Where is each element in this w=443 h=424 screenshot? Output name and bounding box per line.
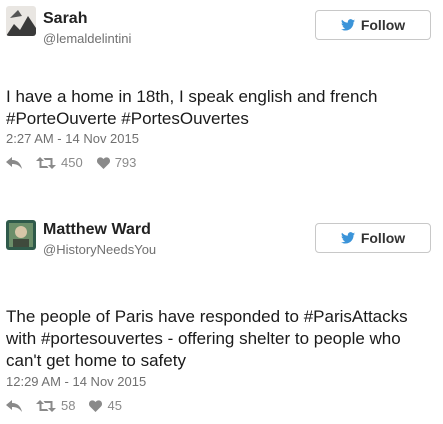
heart-icon	[96, 156, 110, 169]
author-handle[interactable]: @HistoryNeedsYou	[43, 242, 156, 257]
heart-icon	[89, 399, 103, 412]
hashtag-link[interactable]: #PortesOuvertes	[121, 109, 249, 128]
tweet-actions: 58 45	[6, 398, 136, 413]
tweet-matthew-ward: Matthew Ward @HistoryNeedsYou Follow The…	[0, 210, 443, 424]
reply-button[interactable]	[6, 399, 22, 412]
author-name[interactable]: Sarah	[43, 10, 87, 28]
like-count: 45	[107, 398, 122, 413]
avatar[interactable]	[6, 220, 36, 250]
like-button[interactable]: 45	[89, 398, 122, 413]
author-name[interactable]: Matthew Ward	[43, 221, 151, 239]
hashtag-link[interactable]: #portesouvertes	[41, 329, 163, 348]
like-button[interactable]: 793	[96, 155, 137, 170]
reply-button[interactable]	[6, 156, 22, 169]
follow-label: Follow	[360, 230, 406, 246]
twitter-bird-icon	[340, 232, 355, 244]
tweet-text: I have a home in 18th, I speak english a…	[6, 87, 378, 128]
avatar[interactable]	[6, 6, 36, 36]
follow-label: Follow	[360, 17, 406, 33]
tweet-actions: 450 793	[6, 155, 150, 170]
reply-icon	[6, 156, 22, 169]
retweet-count: 450	[61, 155, 83, 170]
retweet-icon	[36, 156, 56, 169]
follow-button[interactable]: Follow	[315, 10, 431, 40]
retweet-icon	[36, 399, 56, 412]
tweet-text: The people of Paris have responded to #P…	[6, 307, 408, 370]
like-count: 793	[114, 155, 137, 170]
timestamp[interactable]: 12:29 AM - 14 Nov 2015	[6, 374, 146, 389]
author-handle[interactable]: @lemaldelintini	[43, 31, 131, 46]
hashtag-link[interactable]: #ParisAttacks	[304, 307, 408, 326]
reply-icon	[6, 399, 22, 412]
retweet-count: 58	[61, 398, 76, 413]
retweet-button[interactable]: 58	[36, 398, 75, 413]
timestamp[interactable]: 2:27 AM - 14 Nov 2015	[6, 131, 139, 146]
hashtag-link[interactable]: #PorteOuverte	[6, 109, 117, 128]
retweet-button[interactable]: 450	[36, 155, 83, 170]
tweet-sarah: Sarah @lemaldelintini Follow I have a ho…	[0, 0, 443, 190]
follow-button[interactable]: Follow	[315, 223, 431, 253]
twitter-bird-icon	[340, 19, 355, 31]
